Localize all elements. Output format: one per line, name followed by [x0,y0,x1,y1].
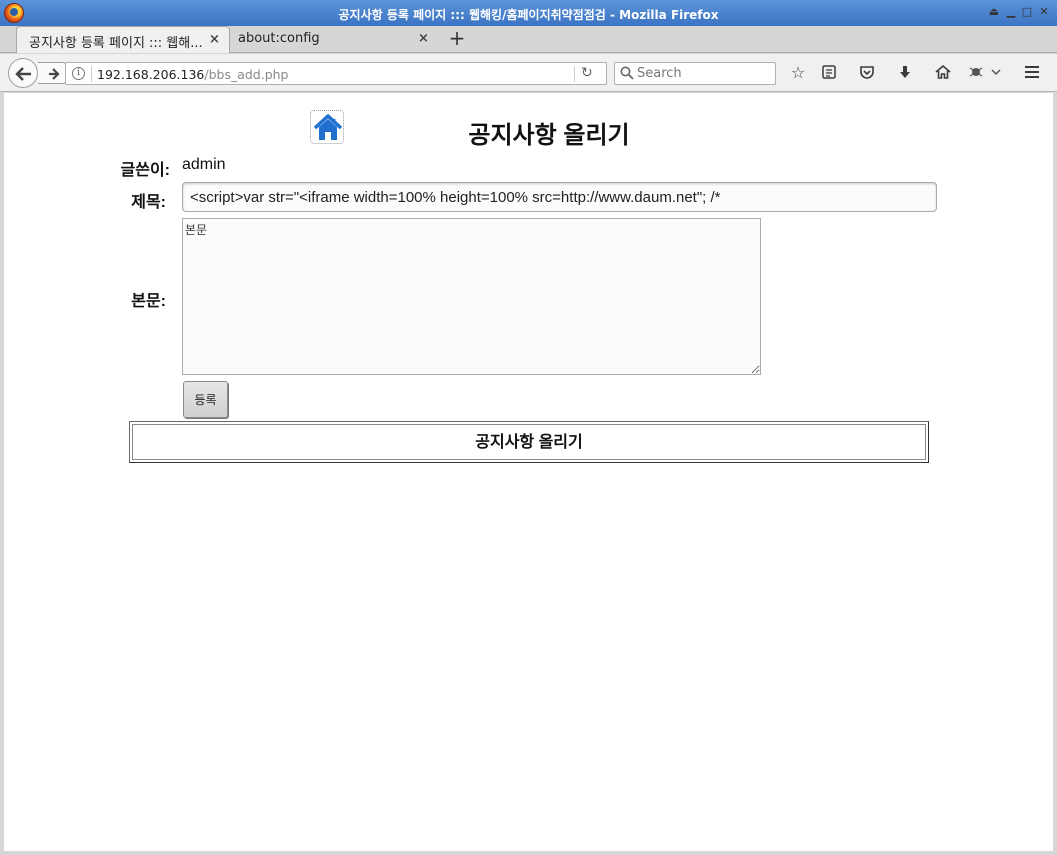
tab-notice-add[interactable]: 공지사항 등록 페이지 ::: 웹해... × [16,26,230,53]
url-path: /bbs_add.php [204,67,289,82]
window-titlebar: 공지사항 등록 페이지 ::: 웹해킹/홈페이지취약점점검 - Mozilla … [0,0,1057,26]
subject-input[interactable] [182,182,937,212]
body-label: 본문: [131,293,166,310]
submit-button[interactable]: 등록 [183,381,228,418]
close-window-icon[interactable]: ✕ [1037,5,1051,19]
hamburger-menu-icon[interactable] [1022,64,1042,82]
forward-arrow-icon [49,68,60,80]
search-icon [620,66,634,80]
tab-label: 공지사항 등록 페이지 ::: 웹해... [29,36,203,51]
close-tab-icon[interactable]: × [418,31,429,46]
url-text[interactable]: 192.168.206.136/bbs_add.php [97,67,289,82]
window-title: 공지사항 등록 페이지 ::: 웹해킹/홈페이지취약점점검 - Mozilla … [338,8,719,22]
pocket-icon[interactable] [857,64,877,82]
subject-label: 제목: [131,194,166,211]
site-info-icon[interactable]: i [72,67,85,80]
footer-table: 공지사항 올리기 [129,421,929,463]
url-bar[interactable]: i 192.168.206.136/bbs_add.php ↻ [65,62,607,85]
search-bar[interactable] [614,62,776,85]
bookmark-star-icon[interactable]: ☆ [788,64,808,82]
downloads-icon[interactable] [895,64,915,82]
shade-window-icon[interactable]: ⏏ [987,5,1001,19]
tab-about-config[interactable]: about:config × [226,26,436,53]
extension-menu-icon[interactable] [967,64,1003,82]
back-arrow-icon [15,67,31,81]
maximize-window-icon[interactable]: □ [1020,5,1034,19]
author-value: admin [182,156,226,173]
navigation-toolbar: i 192.168.206.136/bbs_add.php ↻ ☆ [0,54,1057,92]
reading-list-icon[interactable] [819,64,839,82]
close-tab-icon[interactable]: × [209,32,220,47]
forward-button[interactable] [38,62,66,84]
author-label: 글쓴이: [120,162,171,179]
tab-strip: 공지사항 등록 페이지 ::: 웹해... × about:config × [0,26,1057,53]
tab-label: about:config [238,31,320,46]
url-host: 192.168.206.136 [97,67,205,82]
page-title: 공지사항 올리기 [468,122,630,149]
body-textarea[interactable]: 본문 [182,218,761,375]
home-link[interactable] [310,110,344,144]
reload-icon[interactable]: ↻ [581,65,593,81]
back-button[interactable] [8,58,38,88]
page-viewport: 공지사항 올리기 글쓴이: admin 제목: 본문: 본문 등록 공지사항 올… [4,93,1053,851]
home-toolbar-icon[interactable] [933,64,953,82]
minimize-window-icon[interactable]: ▁ [1004,5,1018,19]
new-tab-button[interactable]: + [448,28,466,48]
home-icon [313,114,343,140]
footer-title: 공지사항 올리기 [132,424,926,460]
search-input[interactable] [637,65,773,82]
